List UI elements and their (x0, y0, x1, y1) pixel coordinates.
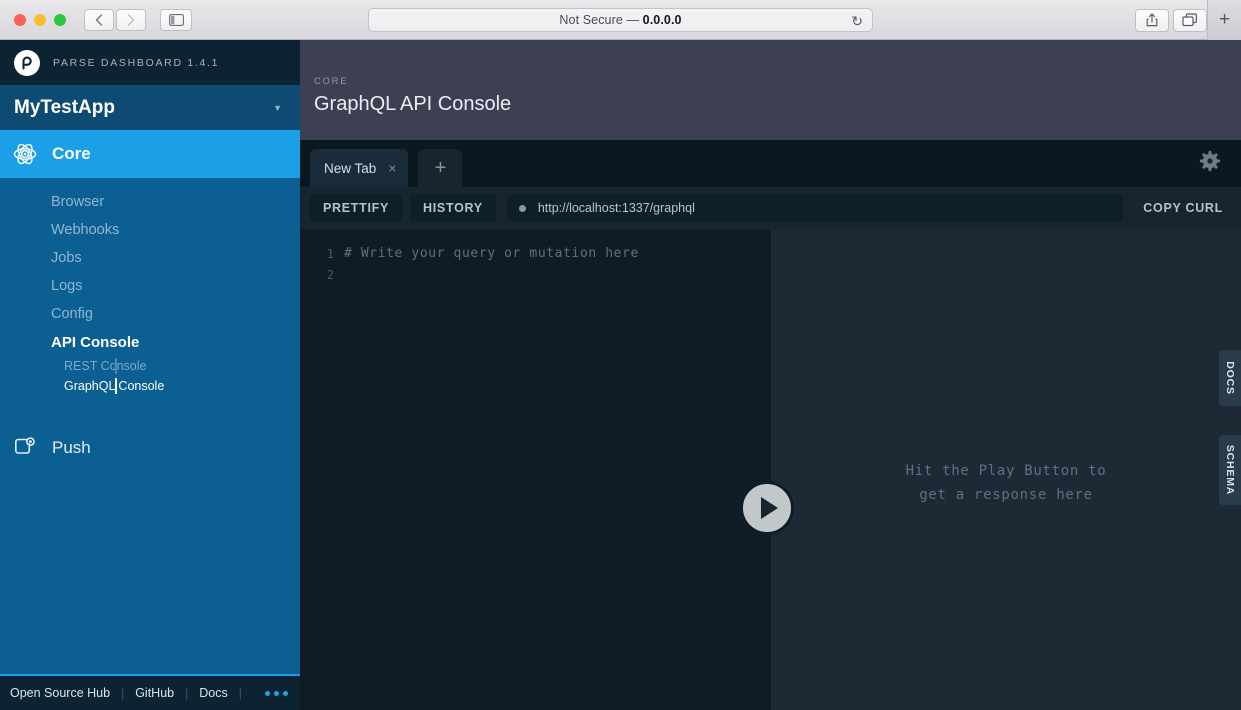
gear-icon (1199, 150, 1221, 172)
docs-tab-label: DOCS (1224, 361, 1237, 395)
back-button[interactable] (84, 8, 114, 31)
line-text: # Write your query or mutation here (344, 246, 639, 261)
endpoint-url-field[interactable]: http://localhost:1337/graphql (506, 194, 1124, 222)
settings-button[interactable] (1199, 150, 1221, 177)
tabs-overview-icon (1182, 13, 1198, 27)
line-number: 2 (326, 267, 334, 282)
sidebar-section-core[interactable]: Core (0, 130, 300, 178)
graphiql-toolbar: PRETTIFY HISTORY http://localhost:1337/g… (300, 187, 1241, 229)
response-panel: Hit the Play Button to get a response he… (771, 229, 1241, 710)
response-placeholder: Hit the Play Button to get a response he… (906, 459, 1107, 507)
sidebar-section-push[interactable]: Push (0, 428, 300, 468)
sidebar-subnav: REST Console GraphQL Console (0, 356, 300, 396)
window-traffic-lights (14, 13, 66, 26)
share-icon (1146, 13, 1158, 27)
reload-icon[interactable]: ↻ (851, 13, 863, 30)
copy-curl-button[interactable]: COPY CURL (1131, 194, 1235, 222)
sidebar-item-jobs[interactable]: Jobs (0, 244, 300, 272)
sidebar-item-api-console[interactable]: API Console (0, 328, 300, 356)
footer-more-button[interactable] (264, 690, 288, 696)
page-title: GraphQL API Console (314, 93, 512, 115)
sidebar-item-browser[interactable]: Browser (0, 188, 300, 216)
sidebar-section-core-label: Core (52, 144, 91, 163)
sidebar-item-label: Webhooks (51, 222, 120, 238)
side-tab-group: DOCS SCHEMA (1219, 229, 1241, 710)
sidebar-footer: Open Source Hub | GitHub | Docs | (0, 674, 300, 710)
add-tab-button[interactable]: + (418, 149, 463, 187)
sidebar-item-rest-console[interactable]: REST Console (64, 356, 300, 376)
browser-chrome: Not Secure — 0.0.0.0 ↻ + (0, 0, 1241, 40)
graphiql-tab-bar: New Tab × + (300, 140, 1241, 187)
page-header-eyebrow: CORE (314, 76, 349, 87)
address-text: Not Secure — 0.0.0.0 (559, 13, 681, 27)
browser-right-controls: + (1135, 0, 1241, 40)
address-host: 0.0.0.0 (642, 13, 682, 27)
share-button[interactable] (1135, 8, 1169, 32)
sidebar-subitem-label: REST Console (64, 359, 147, 373)
page-header: CORE GraphQL API Console (300, 40, 1241, 140)
subnav-rail-graphql (115, 378, 117, 394)
footer-link-docs[interactable]: Docs (199, 686, 227, 700)
graphiql-body: 1 # Write your query or mutation here 2 … (300, 229, 1241, 710)
sidebar-item-logs[interactable]: Logs (0, 272, 300, 300)
footer-link-github[interactable]: GitHub (135, 686, 174, 700)
schema-tab-button[interactable]: SCHEMA (1219, 435, 1241, 505)
sidebar: PARSE DASHBOARD 1.4.1 MyTestApp ▼ Core B… (0, 40, 300, 710)
subnav-rail-rest (115, 358, 117, 374)
response-placeholder-line-1: Hit the Play Button to (905, 463, 1107, 479)
prettify-button[interactable]: PRETTIFY (310, 194, 403, 222)
minimize-window-button[interactable] (34, 13, 46, 26)
graphiql-tab-label: New Tab (324, 160, 377, 176)
footer-separator: | (185, 686, 189, 700)
connection-status-dot (518, 204, 526, 212)
new-tab-button[interactable]: + (1207, 0, 1241, 40)
sidebar-item-webhooks[interactable]: Webhooks (0, 216, 300, 244)
atom-icon (13, 143, 37, 165)
query-editor[interactable]: 1 # Write your query or mutation here 2 (300, 229, 771, 710)
editor-line: 1 # Write your query or mutation here (300, 243, 771, 264)
address-bar[interactable]: Not Secure — 0.0.0.0 ↻ (368, 8, 873, 32)
forward-button[interactable] (116, 8, 146, 31)
schema-tab-label: SCHEMA (1224, 444, 1236, 496)
sidebar-item-label: Logs (51, 278, 83, 294)
sidebar-item-graphql-console[interactable]: GraphQL Console (64, 376, 300, 396)
app-name-label: MyTestApp (14, 96, 115, 118)
history-button[interactable]: HISTORY (410, 194, 496, 222)
sidebar-nav-list: Browser Webhooks Jobs Logs Config API Co… (0, 178, 300, 396)
sidebar-section-push-label: Push (52, 438, 91, 457)
docs-tab-button[interactable]: DOCS (1219, 350, 1241, 406)
sidebar-item-label: Browser (51, 194, 105, 210)
sidebar-item-config[interactable]: Config (0, 300, 300, 328)
close-icon[interactable]: × (388, 161, 396, 175)
sidebar-brand[interactable]: PARSE DASHBOARD 1.4.1 (0, 40, 300, 85)
endpoint-url-text: http://localhost:1337/graphql (537, 201, 695, 215)
sidebar-item-label: Config (51, 306, 93, 322)
parse-logo-icon (14, 49, 40, 76)
sidebar-toggle-icon (168, 13, 184, 26)
close-window-button[interactable] (14, 13, 26, 26)
footer-link-open-source-hub[interactable]: Open Source Hub (10, 686, 110, 700)
line-number: 1 (326, 246, 334, 261)
sidebar-toggle-button[interactable] (160, 8, 192, 31)
footer-separator: | (121, 686, 125, 700)
sidebar-item-label: Jobs (51, 250, 82, 266)
main-content: CORE GraphQL API Console New Tab × + PRE… (300, 40, 1241, 710)
footer-separator: | (238, 686, 242, 700)
sidebar-item-label: API Console (51, 333, 140, 351)
play-icon (761, 497, 778, 519)
response-placeholder-line-2: get a response here (919, 487, 1093, 503)
maximize-window-button[interactable] (54, 13, 66, 26)
browser-nav-group (84, 8, 146, 31)
editor-line: 2 (300, 264, 771, 285)
sidebar-brand-label: PARSE DASHBOARD 1.4.1 (53, 56, 220, 69)
show-tabs-button[interactable] (1173, 8, 1207, 32)
chevron-left-icon (95, 13, 103, 26)
chevron-right-icon (127, 13, 135, 26)
graphiql-tab-new-tab[interactable]: New Tab × (310, 149, 409, 187)
push-icon (15, 437, 35, 454)
app-selector[interactable]: MyTestApp ▼ (0, 85, 300, 130)
execute-query-button[interactable] (740, 481, 794, 535)
chevron-down-icon: ▼ (273, 102, 282, 113)
address-security-label: Not Secure — (559, 13, 643, 27)
